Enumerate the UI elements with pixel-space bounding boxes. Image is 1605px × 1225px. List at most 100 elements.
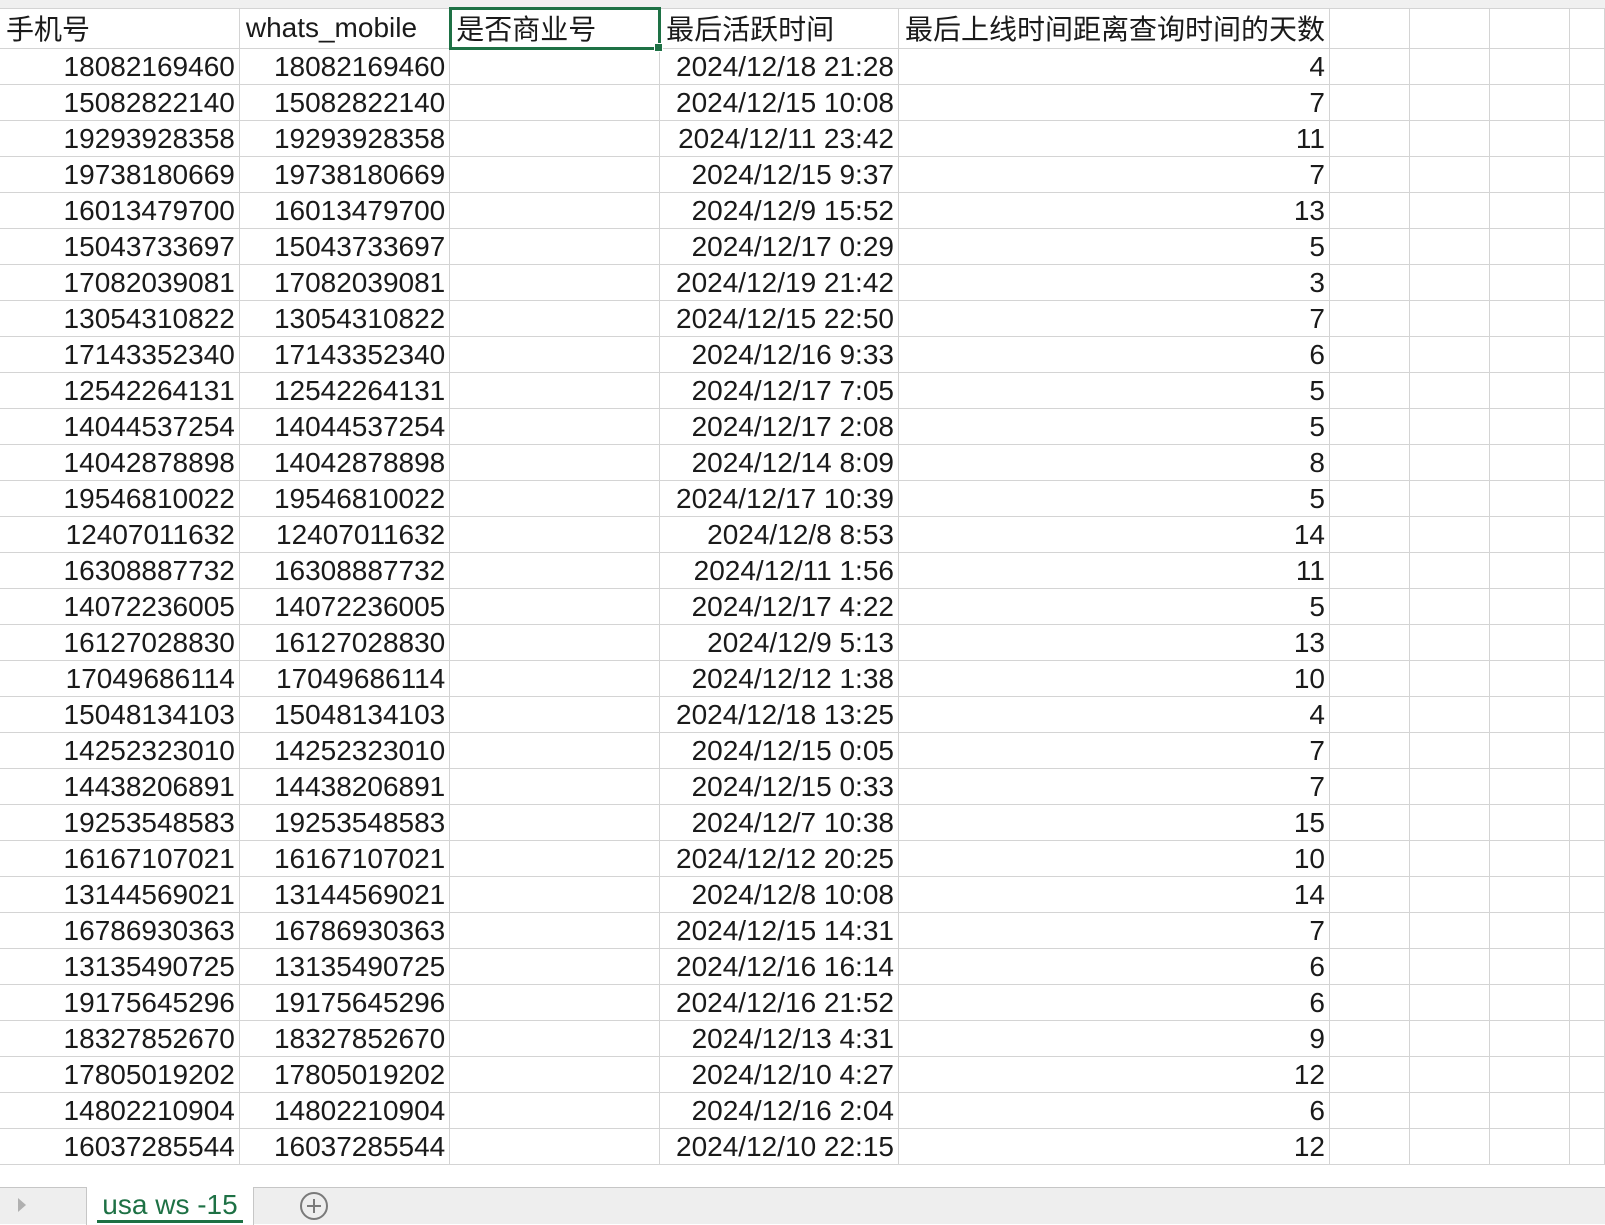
- cell[interactable]: [1569, 804, 1605, 841]
- cell[interactable]: [1489, 264, 1571, 301]
- cell[interactable]: 16786930363: [0, 912, 240, 949]
- cell[interactable]: [1329, 804, 1411, 841]
- cell[interactable]: 2024/12/16 9:33: [659, 336, 899, 373]
- spreadsheet-grid[interactable]: 手机号 whats_mobile 是否商业号 最后活跃时间 最后上线时间距离查询时间的天…: [0, 0, 1605, 1187]
- cell[interactable]: [1409, 480, 1491, 517]
- cell[interactable]: [1489, 480, 1571, 517]
- cell[interactable]: 17049686114: [0, 660, 240, 697]
- cell[interactable]: [1489, 696, 1571, 733]
- cell[interactable]: [1409, 372, 1491, 409]
- cell[interactable]: [1329, 120, 1411, 157]
- cell[interactable]: 13135490725: [239, 948, 451, 985]
- cell[interactable]: [1489, 732, 1571, 769]
- cell[interactable]: [1489, 228, 1571, 265]
- cell[interactable]: [1409, 948, 1491, 985]
- cell[interactable]: 15082822140: [0, 84, 240, 121]
- cell[interactable]: 2024/12/15 0:05: [659, 732, 899, 769]
- cell[interactable]: [1409, 732, 1491, 769]
- cell[interactable]: [1409, 84, 1491, 121]
- cell[interactable]: [1409, 120, 1491, 157]
- cell[interactable]: 19738180669: [239, 156, 451, 193]
- cell[interactable]: 2024/12/8 8:53: [659, 516, 899, 553]
- cell[interactable]: 14252323010: [239, 732, 451, 769]
- cell[interactable]: [1569, 1092, 1605, 1129]
- cell[interactable]: [1329, 480, 1411, 517]
- cell[interactable]: [1329, 228, 1411, 265]
- cell[interactable]: 16013479700: [239, 192, 451, 229]
- cell[interactable]: 16167107021: [0, 840, 240, 877]
- cell[interactable]: [449, 840, 661, 877]
- cell[interactable]: 15082822140: [239, 84, 451, 121]
- cell[interactable]: 6: [898, 984, 1331, 1021]
- cell[interactable]: 13054310822: [239, 300, 451, 337]
- cell[interactable]: [449, 660, 661, 697]
- cell[interactable]: [1569, 876, 1605, 913]
- cell[interactable]: 15048134103: [0, 696, 240, 733]
- cell[interactable]: [449, 768, 661, 805]
- cell[interactable]: 7: [898, 732, 1331, 769]
- cell[interactable]: [449, 948, 661, 985]
- cell[interactable]: 18082169460: [239, 48, 451, 85]
- cell[interactable]: [1489, 444, 1571, 481]
- cell[interactable]: 2024/12/10 22:15: [659, 1128, 899, 1165]
- cell[interactable]: [1329, 408, 1411, 445]
- cell[interactable]: 13: [898, 192, 1331, 229]
- cell[interactable]: [1409, 876, 1491, 913]
- cell[interactable]: [1409, 1056, 1491, 1093]
- cell[interactable]: 18327852670: [0, 1020, 240, 1057]
- cell[interactable]: [1409, 48, 1491, 85]
- header-cell[interactable]: [1409, 8, 1491, 49]
- cell[interactable]: [1489, 984, 1571, 1021]
- cell[interactable]: 7: [898, 84, 1331, 121]
- cell[interactable]: 14: [898, 516, 1331, 553]
- cell[interactable]: 13144569021: [239, 876, 451, 913]
- cell[interactable]: 7: [898, 300, 1331, 337]
- cell[interactable]: 8: [898, 444, 1331, 481]
- cell[interactable]: [1409, 336, 1491, 373]
- cell[interactable]: 2024/12/13 4:31: [659, 1020, 899, 1057]
- cell[interactable]: [1329, 1128, 1411, 1165]
- header-cell[interactable]: [1489, 8, 1571, 49]
- cell[interactable]: 6: [898, 948, 1331, 985]
- cell[interactable]: [1409, 624, 1491, 661]
- cell[interactable]: [1489, 1020, 1571, 1057]
- cell[interactable]: [1489, 300, 1571, 337]
- header-cell[interactable]: whats_mobile: [239, 8, 451, 49]
- cell[interactable]: 2024/12/16 16:14: [659, 948, 899, 985]
- cell[interactable]: [1329, 660, 1411, 697]
- cell[interactable]: 10: [898, 660, 1331, 697]
- cell[interactable]: [1329, 300, 1411, 337]
- cell[interactable]: [449, 48, 661, 85]
- cell[interactable]: 16308887732: [0, 552, 240, 589]
- cell[interactable]: [1409, 912, 1491, 949]
- cell[interactable]: [1569, 696, 1605, 733]
- cell[interactable]: 14: [898, 876, 1331, 913]
- cell[interactable]: 14252323010: [0, 732, 240, 769]
- cell[interactable]: 11: [898, 120, 1331, 157]
- cell[interactable]: 2024/12/11 23:42: [659, 120, 899, 157]
- cell[interactable]: 2024/12/10 4:27: [659, 1056, 899, 1093]
- cell[interactable]: [1569, 480, 1605, 517]
- cell[interactable]: [1569, 588, 1605, 625]
- cell[interactable]: 16127028830: [239, 624, 451, 661]
- cell[interactable]: [1329, 516, 1411, 553]
- header-cell[interactable]: 最后上线时间距离查询时间的天数: [898, 8, 1331, 49]
- cell[interactable]: [449, 1056, 661, 1093]
- cell[interactable]: [449, 624, 661, 661]
- cell[interactable]: 16127028830: [0, 624, 240, 661]
- cell[interactable]: [1489, 516, 1571, 553]
- cell[interactable]: 2024/12/16 2:04: [659, 1092, 899, 1129]
- cell[interactable]: [449, 1020, 661, 1057]
- cell[interactable]: 19253548583: [0, 804, 240, 841]
- cell[interactable]: [449, 516, 661, 553]
- cell[interactable]: [1569, 228, 1605, 265]
- cell[interactable]: [1569, 372, 1605, 409]
- cell[interactable]: [1409, 588, 1491, 625]
- cell[interactable]: [1569, 516, 1605, 553]
- cell[interactable]: [1569, 1056, 1605, 1093]
- cell[interactable]: 2024/12/14 8:09: [659, 444, 899, 481]
- cell[interactable]: 14438206891: [239, 768, 451, 805]
- cell[interactable]: [449, 408, 661, 445]
- cell[interactable]: [1489, 588, 1571, 625]
- cell[interactable]: 14802210904: [0, 1092, 240, 1129]
